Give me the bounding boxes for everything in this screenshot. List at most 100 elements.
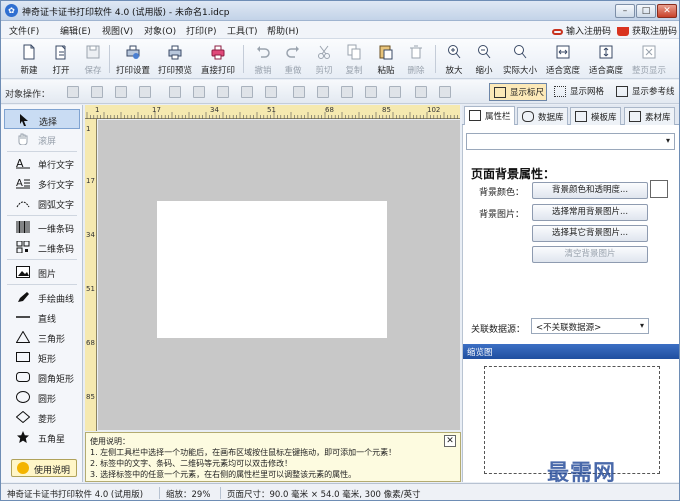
tool-arc-text[interactable]: 圆弧文字 [4, 193, 80, 213]
ruler-mark: 34 [86, 231, 95, 239]
save-button[interactable]: 保存 [76, 42, 110, 76]
tab-database[interactable]: 数据库 [517, 107, 568, 125]
align-middle-icon[interactable] [317, 86, 329, 98]
close-instructions-button[interactable]: ✕ [444, 435, 456, 447]
choose-other-bg-button[interactable]: 选择其它背景图片... [532, 225, 648, 242]
tool-diamond[interactable]: 菱形 [4, 407, 80, 427]
align-top-icon[interactable] [293, 86, 305, 98]
enter-register-code-link[interactable]: 输入注册码 [552, 24, 611, 37]
copy-icon [347, 44, 361, 60]
bring-forward-icon[interactable] [67, 86, 79, 98]
tool-rounded-rectangle[interactable]: 圆角矩形 [4, 367, 80, 387]
show-guides-toggle[interactable]: 显示参考线 [612, 83, 679, 101]
tool-scroll[interactable]: 滚屏 [4, 129, 80, 149]
print-preview-button[interactable]: 打印预览 [158, 42, 192, 76]
menu-object[interactable]: 对象(O) [144, 24, 176, 37]
main-toolbar: 新建 打开 保存 打印设置 打印预览 直接打印 撤销 重做 剪切 复制 粘贴 删… [1, 39, 679, 79]
tool-single-line-text[interactable]: A 单行文字 [4, 153, 80, 173]
single-line-text-icon: A [16, 157, 30, 169]
menu-view[interactable]: 视图(V) [102, 24, 133, 37]
same-height-icon[interactable] [389, 86, 401, 98]
send-backward-icon[interactable] [91, 86, 103, 98]
show-grid-toggle[interactable]: 显示网格 [550, 83, 608, 101]
tool-star-label: 五角星 [38, 435, 66, 445]
tool-freehand[interactable]: 手绘曲线 [4, 287, 80, 307]
distribute-vertical-icon[interactable] [365, 86, 377, 98]
tab-materials[interactable]: 素材库 [624, 107, 675, 125]
maximize-button[interactable]: □ [636, 4, 656, 18]
card-page[interactable] [157, 201, 387, 338]
object-selector-dropdown[interactable]: ▾ [466, 133, 675, 150]
multi-line-text-icon: A [16, 178, 30, 189]
tab-templates[interactable]: 模板库 [570, 107, 621, 125]
show-grid-label: 显示网格 [570, 87, 605, 97]
menu-file[interactable]: 文件(F) [9, 24, 39, 37]
tool-circle[interactable]: 圆形 [4, 387, 80, 407]
save-disk-icon [86, 45, 100, 59]
layer-up-icon[interactable] [115, 86, 127, 98]
related-datasource-value: <不关联数据源> [536, 323, 602, 333]
tool-qrcode-label: 二维条码 [38, 245, 75, 255]
related-datasource-dropdown[interactable]: <不关联数据源> ▾ [531, 318, 649, 334]
tool-triangle[interactable]: 三角形 [4, 327, 80, 347]
direct-print-button[interactable]: 直接打印 [201, 42, 235, 76]
print-settings-button[interactable]: 打印设置 [116, 42, 150, 76]
undo-icon [257, 46, 270, 58]
layer-down-icon[interactable] [139, 86, 151, 98]
actual-size-button[interactable]: 实际大小 [503, 42, 537, 76]
get-register-code-link[interactable]: 获取注册码 [617, 24, 677, 37]
fit-height-button[interactable]: 适合高度 [589, 42, 623, 76]
zoom-out-button[interactable]: 缩小 [467, 42, 501, 76]
tool-triangle-label: 三角形 [38, 335, 66, 345]
menu-bar: 文件(F) 编辑(E) 视图(V) 对象(O) 打印(P) 工具(T) 帮助(H… [1, 21, 679, 39]
align-left-icon[interactable] [169, 86, 181, 98]
status-page-size: 页面尺寸：90.0 毫米 × 54.0 毫米, 300 像素/英寸 [227, 490, 421, 500]
tool-qrcode[interactable]: 二维条码 [4, 237, 80, 257]
distribute-horizontal-icon[interactable] [241, 86, 253, 98]
menu-help[interactable]: 帮助(H) [267, 24, 299, 37]
tool-multi-line-text[interactable]: A 多行文字 [4, 173, 80, 193]
whole-page-button[interactable]: 整页显示 [632, 42, 666, 76]
fit-width-button[interactable]: 适合宽度 [546, 42, 580, 76]
fit-width-icon [556, 45, 570, 59]
svg-text:A: A [16, 157, 24, 169]
tab-properties[interactable]: 属性栏 [464, 106, 515, 126]
group-icon[interactable] [415, 86, 427, 98]
tool-image[interactable]: 图片 [4, 262, 80, 282]
tool-barcode-1d[interactable]: 一维条码 [4, 217, 80, 237]
status-zoom: 缩放：29% [166, 490, 211, 500]
tool-star[interactable]: 五角星 [4, 427, 80, 447]
print-settings-icon [126, 45, 140, 59]
new-file-icon [23, 44, 35, 60]
menu-edit[interactable]: 编辑(E) [60, 24, 91, 37]
tool-freehand-label: 手绘曲线 [38, 295, 75, 305]
bg-color-swatch[interactable] [650, 180, 668, 198]
same-width-icon[interactable] [265, 86, 277, 98]
open-file-icon [55, 45, 66, 60]
choose-common-bg-button[interactable]: 选择常用背景图片... [532, 204, 648, 221]
tool-select-label: 选择 [39, 118, 58, 128]
tab-materials-label: 素材库 [645, 113, 671, 123]
close-window-button[interactable]: ✕ [657, 4, 677, 18]
whole-page-label: 整页显示 [631, 66, 666, 76]
tool-select[interactable]: 选择 [4, 109, 80, 129]
ungroup-icon[interactable] [439, 86, 451, 98]
hand-icon [18, 133, 28, 145]
menu-tools[interactable]: 工具(T) [227, 24, 258, 37]
right-panel-tabs: 属性栏 数据库 模板库 素材库 [462, 105, 679, 126]
tool-line[interactable]: 直线 [4, 307, 80, 327]
whole-page-icon [642, 45, 656, 59]
align-right-icon[interactable] [217, 86, 229, 98]
clear-bg-button[interactable]: 清空背景图片 [532, 246, 648, 263]
show-ruler-toggle[interactable]: 显示标尺 [489, 83, 547, 101]
minimize-button[interactable]: – [615, 4, 635, 18]
tool-rectangle[interactable]: 矩形 [4, 347, 80, 367]
app-window: ✿ 神奇证卡证书打印软件 4.0 (试用版) - 未命名1.idcp – □ ✕… [0, 0, 680, 501]
align-bottom-icon[interactable] [341, 86, 353, 98]
delete-button[interactable]: 删除 [399, 42, 433, 76]
enter-register-code-label: 输入注册码 [566, 27, 612, 37]
usage-guide-button[interactable]: 使用说明 [11, 459, 77, 477]
bg-color-button[interactable]: 背景颜色和透明度... [532, 182, 648, 199]
align-center-icon[interactable] [193, 86, 205, 98]
menu-print[interactable]: 打印(P) [186, 24, 216, 37]
